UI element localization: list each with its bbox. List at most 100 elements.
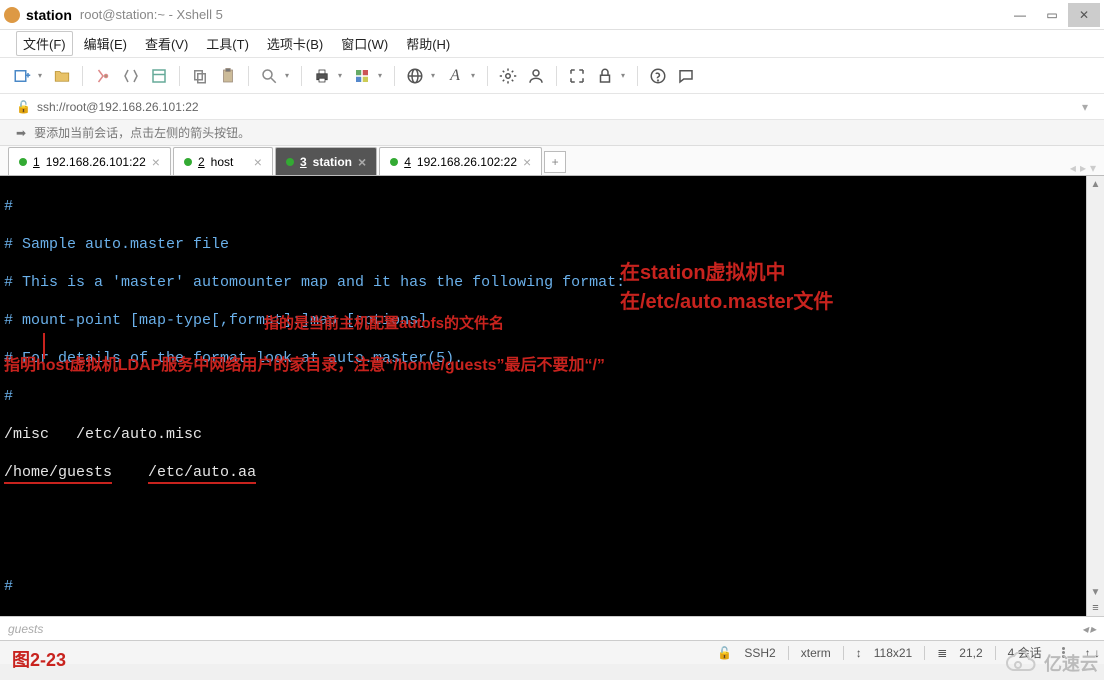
blank-line [4, 501, 1082, 520]
menu-tabs[interactable]: 选项卡(B) [260, 31, 330, 56]
tab-label: station [313, 155, 352, 169]
new-session-icon[interactable] [10, 64, 34, 88]
lock-status-icon: 🔓 [717, 646, 732, 660]
disconnect-icon[interactable] [119, 64, 143, 88]
status-position: 21,2 [959, 646, 982, 660]
minimize-button[interactable]: — [1004, 3, 1036, 27]
callout-line [43, 333, 45, 359]
scroll-down-icon[interactable]: ▼ [1087, 584, 1104, 600]
reconnect-icon[interactable] [91, 64, 115, 88]
font-icon[interactable]: A [443, 64, 467, 88]
dropdown-icon[interactable]: ▾ [378, 71, 386, 80]
menu-window[interactable]: 窗口(W) [334, 31, 395, 56]
terminal-line: # [4, 197, 1082, 216]
menu-edit[interactable]: 编辑(E) [77, 31, 134, 56]
copy-icon[interactable] [188, 64, 212, 88]
hint-bar: ➡ 要添加当前会话，点击左侧的箭头按钮。 [0, 120, 1104, 146]
figure-label: 图2-23 [12, 646, 66, 672]
status-protocol: SSH2 [744, 646, 775, 660]
tab-close-icon[interactable]: × [152, 154, 160, 170]
tab-close-icon[interactable]: × [358, 154, 366, 170]
watermark: 亿速云 [1004, 650, 1098, 676]
menu-help[interactable]: 帮助(H) [399, 31, 457, 56]
lock-small-icon: 🔓 [16, 100, 31, 114]
scroll-up-icon[interactable]: ▲ [1087, 176, 1104, 192]
annotation-filename: 指的是当前主机配置autofs的文件名 [264, 314, 504, 333]
gear-icon[interactable] [496, 64, 520, 88]
size-icon: ↕ [856, 646, 862, 660]
session-name: station [26, 7, 72, 23]
print-icon[interactable] [310, 64, 334, 88]
menu-file[interactable]: 文件(F) [16, 31, 73, 56]
terminal-line: # [4, 387, 1082, 406]
close-button[interactable]: ✕ [1068, 3, 1100, 27]
mini-scroll-right[interactable]: ▸ [1090, 622, 1096, 636]
tab-label: 192.168.26.102:22 [417, 155, 517, 169]
open-icon[interactable] [50, 64, 74, 88]
brand-text: 亿速云 [1044, 650, 1098, 676]
dropdown-icon[interactable]: ▾ [285, 71, 293, 80]
tab-close-icon[interactable]: × [254, 154, 262, 170]
tab-close-icon[interactable]: × [523, 154, 531, 170]
session-tab-2[interactable]: 2 host × [173, 147, 273, 175]
terminal-line: /home/guests /etc/auto.aa [4, 463, 1082, 482]
dropdown-icon[interactable]: ▾ [338, 71, 346, 80]
terminal[interactable]: # # Sample auto.master file # This is a … [0, 176, 1086, 616]
menu-tools[interactable]: 工具(T) [199, 31, 256, 56]
pos-icon: ≣ [937, 646, 947, 660]
tab-next-icon[interactable]: ▸ [1080, 161, 1086, 175]
dropdown-icon[interactable]: ▾ [471, 71, 479, 80]
status-dot-icon [390, 158, 398, 166]
search-icon[interactable] [257, 64, 281, 88]
menu-view[interactable]: 查看(V) [138, 31, 195, 56]
globe-icon[interactable] [403, 64, 427, 88]
tab-label: host [211, 155, 234, 169]
paste-icon[interactable] [216, 64, 240, 88]
session-tab-1[interactable]: 1 192.168.26.101:22 × [8, 147, 171, 175]
status-dot-icon [286, 158, 294, 166]
session-tab-4[interactable]: 4 192.168.26.102:22 × [379, 147, 542, 175]
dropdown-icon[interactable]: ▾ [621, 71, 629, 80]
session-tab-3[interactable]: 3 station × [275, 147, 377, 175]
color-scheme-icon[interactable] [350, 64, 374, 88]
maximize-button[interactable]: ▭ [1036, 3, 1068, 27]
terminal-line: /misc /etc/auto.misc [4, 425, 1082, 444]
dropdown-icon[interactable]: ▾ [431, 71, 439, 80]
annotation-homedir: 指明host虚拟机LDAP服务中网络用户的家目录，注意“/home/guests… [4, 356, 605, 375]
addressbar-chevron[interactable]: ▾ [1082, 100, 1088, 114]
vertical-scrollbar[interactable]: ▲ ▼ ≡ [1086, 176, 1104, 616]
dropdown-icon[interactable]: ▾ [38, 71, 46, 80]
cloud-logo-icon [1004, 652, 1038, 674]
status-bar: 🔓 SSH2 xterm ↕ 118x21 ≣ 21,2 4 会话 ↑ ↓ [0, 640, 1104, 664]
add-tab-button[interactable]: + [544, 151, 566, 173]
tab-label: 192.168.26.101:22 [46, 155, 146, 169]
fullscreen-icon[interactable] [565, 64, 589, 88]
chat-icon[interactable] [674, 64, 698, 88]
toolbar: ▾ ▾ ▾ ▾ ▾ A ▾ ▾ [0, 58, 1104, 94]
scrollbar-options-icon[interactable]: ≡ [1087, 600, 1104, 616]
user-icon[interactable] [524, 64, 548, 88]
status-size: 118x21 [874, 646, 912, 660]
terminal-line: # Sample auto.master file [4, 235, 1082, 254]
terminal-line: # NOTE: mounts done from a hosts map wil… [4, 615, 1082, 616]
tab-bar: 1 192.168.26.101:22 × 2 host × 3 station… [0, 146, 1104, 176]
status-term: xterm [801, 646, 831, 660]
tab-prev-icon[interactable]: ◂ [1070, 161, 1076, 175]
tab-list-icon[interactable]: ▾ [1090, 161, 1096, 175]
help-icon[interactable] [646, 64, 670, 88]
address-bar: 🔓 ssh://root@192.168.26.101:22 ▾ [0, 94, 1104, 120]
compose-bar[interactable]: guests ◂▸ [0, 616, 1104, 640]
menu-bar: 文件(F) 编辑(E) 查看(V) 工具(T) 选项卡(B) 窗口(W) 帮助(… [0, 30, 1104, 58]
blank-line [4, 539, 1082, 558]
terminal-line: # mount-point [map-type[,format]:]map [o… [4, 311, 1082, 330]
status-dot-icon [19, 158, 27, 166]
properties-icon[interactable] [147, 64, 171, 88]
terminal-line: # [4, 577, 1082, 596]
status-dot-icon [184, 158, 192, 166]
compose-placeholder: guests [8, 622, 43, 636]
annotation-location-2: 在/etc/auto.master文件 [620, 293, 833, 312]
lock-icon[interactable] [593, 64, 617, 88]
address-url[interactable]: ssh://root@192.168.26.101:22 [37, 100, 199, 114]
mini-scroll-left[interactable]: ◂ [1082, 622, 1088, 636]
hint-arrow-icon[interactable]: ➡ [16, 126, 26, 140]
